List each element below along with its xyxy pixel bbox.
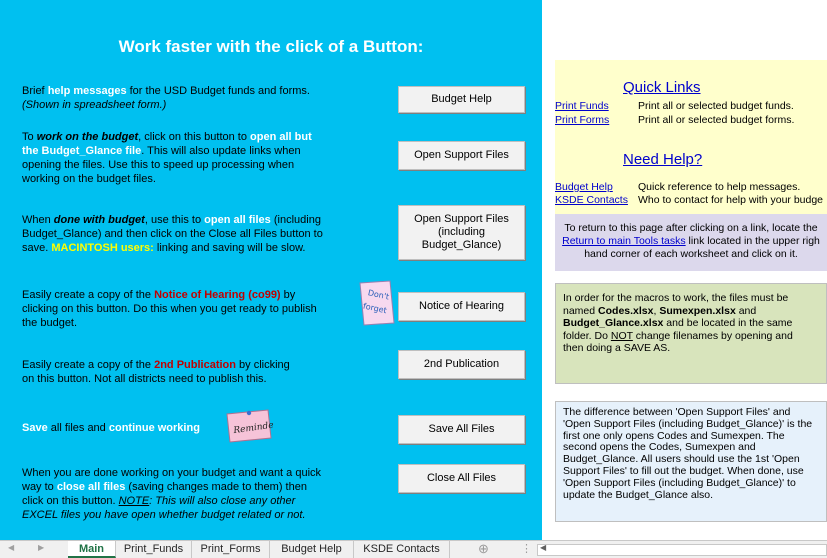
panel-title: Work faster with the click of a Button: xyxy=(118,37,424,56)
instructions-panel: Work faster with the click of a Button: xyxy=(0,0,542,540)
dont-forget-note-icon: Don't forget xyxy=(359,280,395,326)
budget-help-desc: Quick reference to help messages. xyxy=(638,181,801,193)
sheet-tab-bar: ◀ ▶ Main Print_Funds Print_Forms Budget … xyxy=(0,540,827,558)
add-sheet-icon[interactable]: ⊕ xyxy=(478,541,489,557)
tab-print-forms[interactable]: Print_Forms xyxy=(192,541,270,558)
scroll-tabs-right-icon[interactable]: ▶ xyxy=(38,543,44,552)
return-instructions-text: To return to this page after clicking on… xyxy=(562,222,820,260)
tab-print-funds[interactable]: Print_Funds xyxy=(116,541,192,558)
budget-help-button[interactable]: Budget Help xyxy=(398,86,525,113)
row-second-publication-text: Easily create a copy of the 2nd Publicat… xyxy=(22,359,290,385)
print-funds-link[interactable]: Print Funds xyxy=(555,100,638,112)
row-help-text: Brief help messages for the USD Budget f… xyxy=(22,85,310,111)
return-main-tools-link[interactable]: Return to main Tools tasks xyxy=(562,235,686,247)
horizontal-scrollbar[interactable]: ◀ xyxy=(537,543,827,556)
second-publication-button[interactable]: 2nd Publication xyxy=(398,350,525,379)
ksde-contacts-desc: Who to contact for help with your budge xyxy=(638,194,824,206)
macros-note-text: In order for the macros to work, the fil… xyxy=(563,292,793,354)
row-open-all-text: When done with budget, use this to open … xyxy=(22,214,323,254)
scroll-left-arrow-icon[interactable]: ◀ xyxy=(540,543,546,552)
tab-main[interactable]: Main xyxy=(68,541,116,558)
open-support-files-including-glance-button[interactable]: Open Support Files (including Budget_Gla… xyxy=(398,205,525,260)
row-notice-text: Easily create a copy of the Notice of He… xyxy=(22,289,317,329)
need-help-heading[interactable]: Need Help? xyxy=(623,151,702,168)
tab-budget-help[interactable]: Budget Help xyxy=(270,541,354,558)
scroll-tabs-left-icon[interactable]: ◀ xyxy=(8,543,14,552)
budget-help-row: Budget Help Quick reference to help messa… xyxy=(555,181,800,193)
budget-help-link[interactable]: Budget Help xyxy=(555,181,638,193)
difference-note-text: The difference between 'Open Support Fil… xyxy=(563,406,813,501)
quick-links-heading[interactable]: Quick Links xyxy=(623,79,701,96)
print-forms-row: Print Forms Print all or selected budget … xyxy=(555,114,794,126)
close-all-files-button[interactable]: Close All Files xyxy=(398,464,525,493)
reminder-sticker: Reminder! xyxy=(224,408,282,444)
reminder-note-icon: Reminder! xyxy=(226,409,282,443)
ksde-contacts-row: KSDE Contacts Who to contact for help wit… xyxy=(555,194,823,206)
row-open-support-text: To work on the budget, click on this but… xyxy=(22,131,312,185)
row-save-text: Save all files and continue working xyxy=(22,422,200,434)
row-close-all-text: When you are done working on your budget… xyxy=(22,467,322,521)
save-all-files-button[interactable]: Save All Files xyxy=(398,415,525,444)
dont-forget-sticker: Don't forget xyxy=(356,279,396,327)
notice-of-hearing-button[interactable]: Notice of Hearing xyxy=(398,292,525,321)
ksde-contacts-link[interactable]: KSDE Contacts xyxy=(555,194,638,206)
tab-splitter-icon[interactable]: ⋮ xyxy=(521,542,532,555)
print-forms-desc: Print all or selected budget forms. xyxy=(638,114,795,126)
print-funds-desc: Print all or selected budget funds. xyxy=(638,100,794,112)
tab-ksde-contacts[interactable]: KSDE Contacts xyxy=(354,541,450,558)
open-support-files-button[interactable]: Open Support Files xyxy=(398,141,525,170)
print-funds-row: Print Funds Print all or selected budget … xyxy=(555,100,794,112)
print-forms-link[interactable]: Print Forms xyxy=(555,114,638,126)
